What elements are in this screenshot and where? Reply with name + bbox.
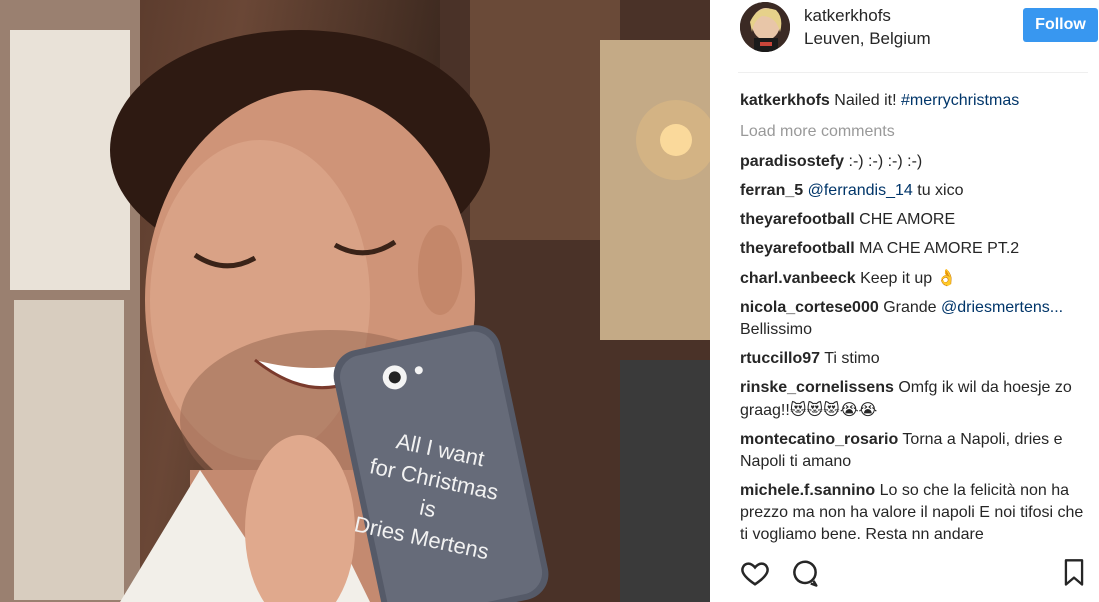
- comment: theyarefootball MA CHE AMORE PT.2: [740, 238, 1085, 260]
- load-more-comments-link[interactable]: Load more comments: [740, 121, 1085, 143]
- comment: ferran_5 @ferrandis_14 tu xico: [740, 180, 1085, 202]
- comment-username[interactable]: ferran_5: [740, 182, 803, 199]
- comment-username[interactable]: theyarefootball: [740, 211, 855, 228]
- comment-mention[interactable]: @ferrandis_14: [808, 182, 913, 199]
- comment-text: MA CHE AMORE PT.2: [859, 240, 1020, 257]
- comment-text-continued: Bellissimo: [740, 321, 813, 338]
- comment-username[interactable]: rtuccillo97: [740, 350, 820, 367]
- comment: nicola_cortese000 Grande @driesmertens..…: [740, 297, 1085, 341]
- cat-emoji-group: 😻😻😻😭😭: [789, 400, 878, 419]
- comment-username[interactable]: theyarefootball: [740, 240, 855, 257]
- comment-username[interactable]: michele.f.sannino: [740, 482, 875, 499]
- comment-text: Keep it up: [860, 270, 933, 287]
- post-header: katkerkhofs Leuven, Belgium Follow: [738, 0, 1098, 73]
- post-photo[interactable]: All I want for Christmas is Dries Merten…: [0, 0, 710, 602]
- caption-hashtag[interactable]: #merrychristmas: [901, 92, 1019, 109]
- follow-button[interactable]: Follow: [1023, 8, 1098, 42]
- comment-text: CHE AMORE: [859, 211, 956, 228]
- comment-username[interactable]: montecatino_rosario: [740, 431, 898, 448]
- comment: paradisostefy :-) :-) :-) :-): [740, 151, 1085, 173]
- comment-username[interactable]: charl.vanbeeck: [740, 270, 856, 287]
- instagram-post: All I want for Christmas is Dries Merten…: [0, 0, 1099, 602]
- heart-icon[interactable]: [740, 558, 770, 588]
- post-caption: katkerkhofs Nailed it! #merrychristmas: [740, 90, 1085, 112]
- avatar[interactable]: [740, 2, 790, 52]
- caption-text: Nailed it!: [834, 92, 897, 109]
- comment-icon[interactable]: [790, 558, 820, 588]
- author-username[interactable]: katkerkhofs: [804, 6, 891, 26]
- comment-text: tu xico: [917, 182, 964, 199]
- post-sidebar: katkerkhofs Leuven, Belgium Follow katke…: [710, 0, 1099, 602]
- comment-username[interactable]: rinske_cornelissens: [740, 379, 894, 396]
- comment: montecatino_rosario Torna a Napoli, drie…: [740, 429, 1085, 473]
- comment: michele.f.sannino Lo so che la felicità …: [740, 480, 1085, 546]
- comments-list[interactable]: katkerkhofs Nailed it! #merrychristmas L…: [740, 90, 1085, 548]
- caption-username[interactable]: katkerkhofs: [740, 92, 830, 109]
- post-location[interactable]: Leuven, Belgium: [804, 29, 931, 49]
- comment: rtuccillo97 Ti stimo: [740, 348, 1085, 370]
- comment-text: :-) :-) :-) :-): [848, 153, 923, 170]
- comment: charl.vanbeeck Keep it up 👌: [740, 267, 1085, 290]
- comment-text: Ti stimo: [824, 350, 880, 367]
- comment: rinske_cornelissens Omfg ik wil da hoesj…: [740, 377, 1085, 422]
- avatar-image: [740, 2, 790, 52]
- comment-username[interactable]: nicola_cortese000: [740, 299, 879, 316]
- bookmark-icon[interactable]: [1062, 558, 1086, 588]
- comment-mention[interactable]: @driesmertens...: [941, 299, 1063, 316]
- ok-hand-emoji: 👌: [936, 268, 957, 287]
- comment: theyarefootball CHE AMORE: [740, 209, 1085, 231]
- post-actions: [740, 558, 1085, 590]
- comment-username[interactable]: paradisostefy: [740, 153, 844, 170]
- comment-text: Grande: [883, 299, 937, 316]
